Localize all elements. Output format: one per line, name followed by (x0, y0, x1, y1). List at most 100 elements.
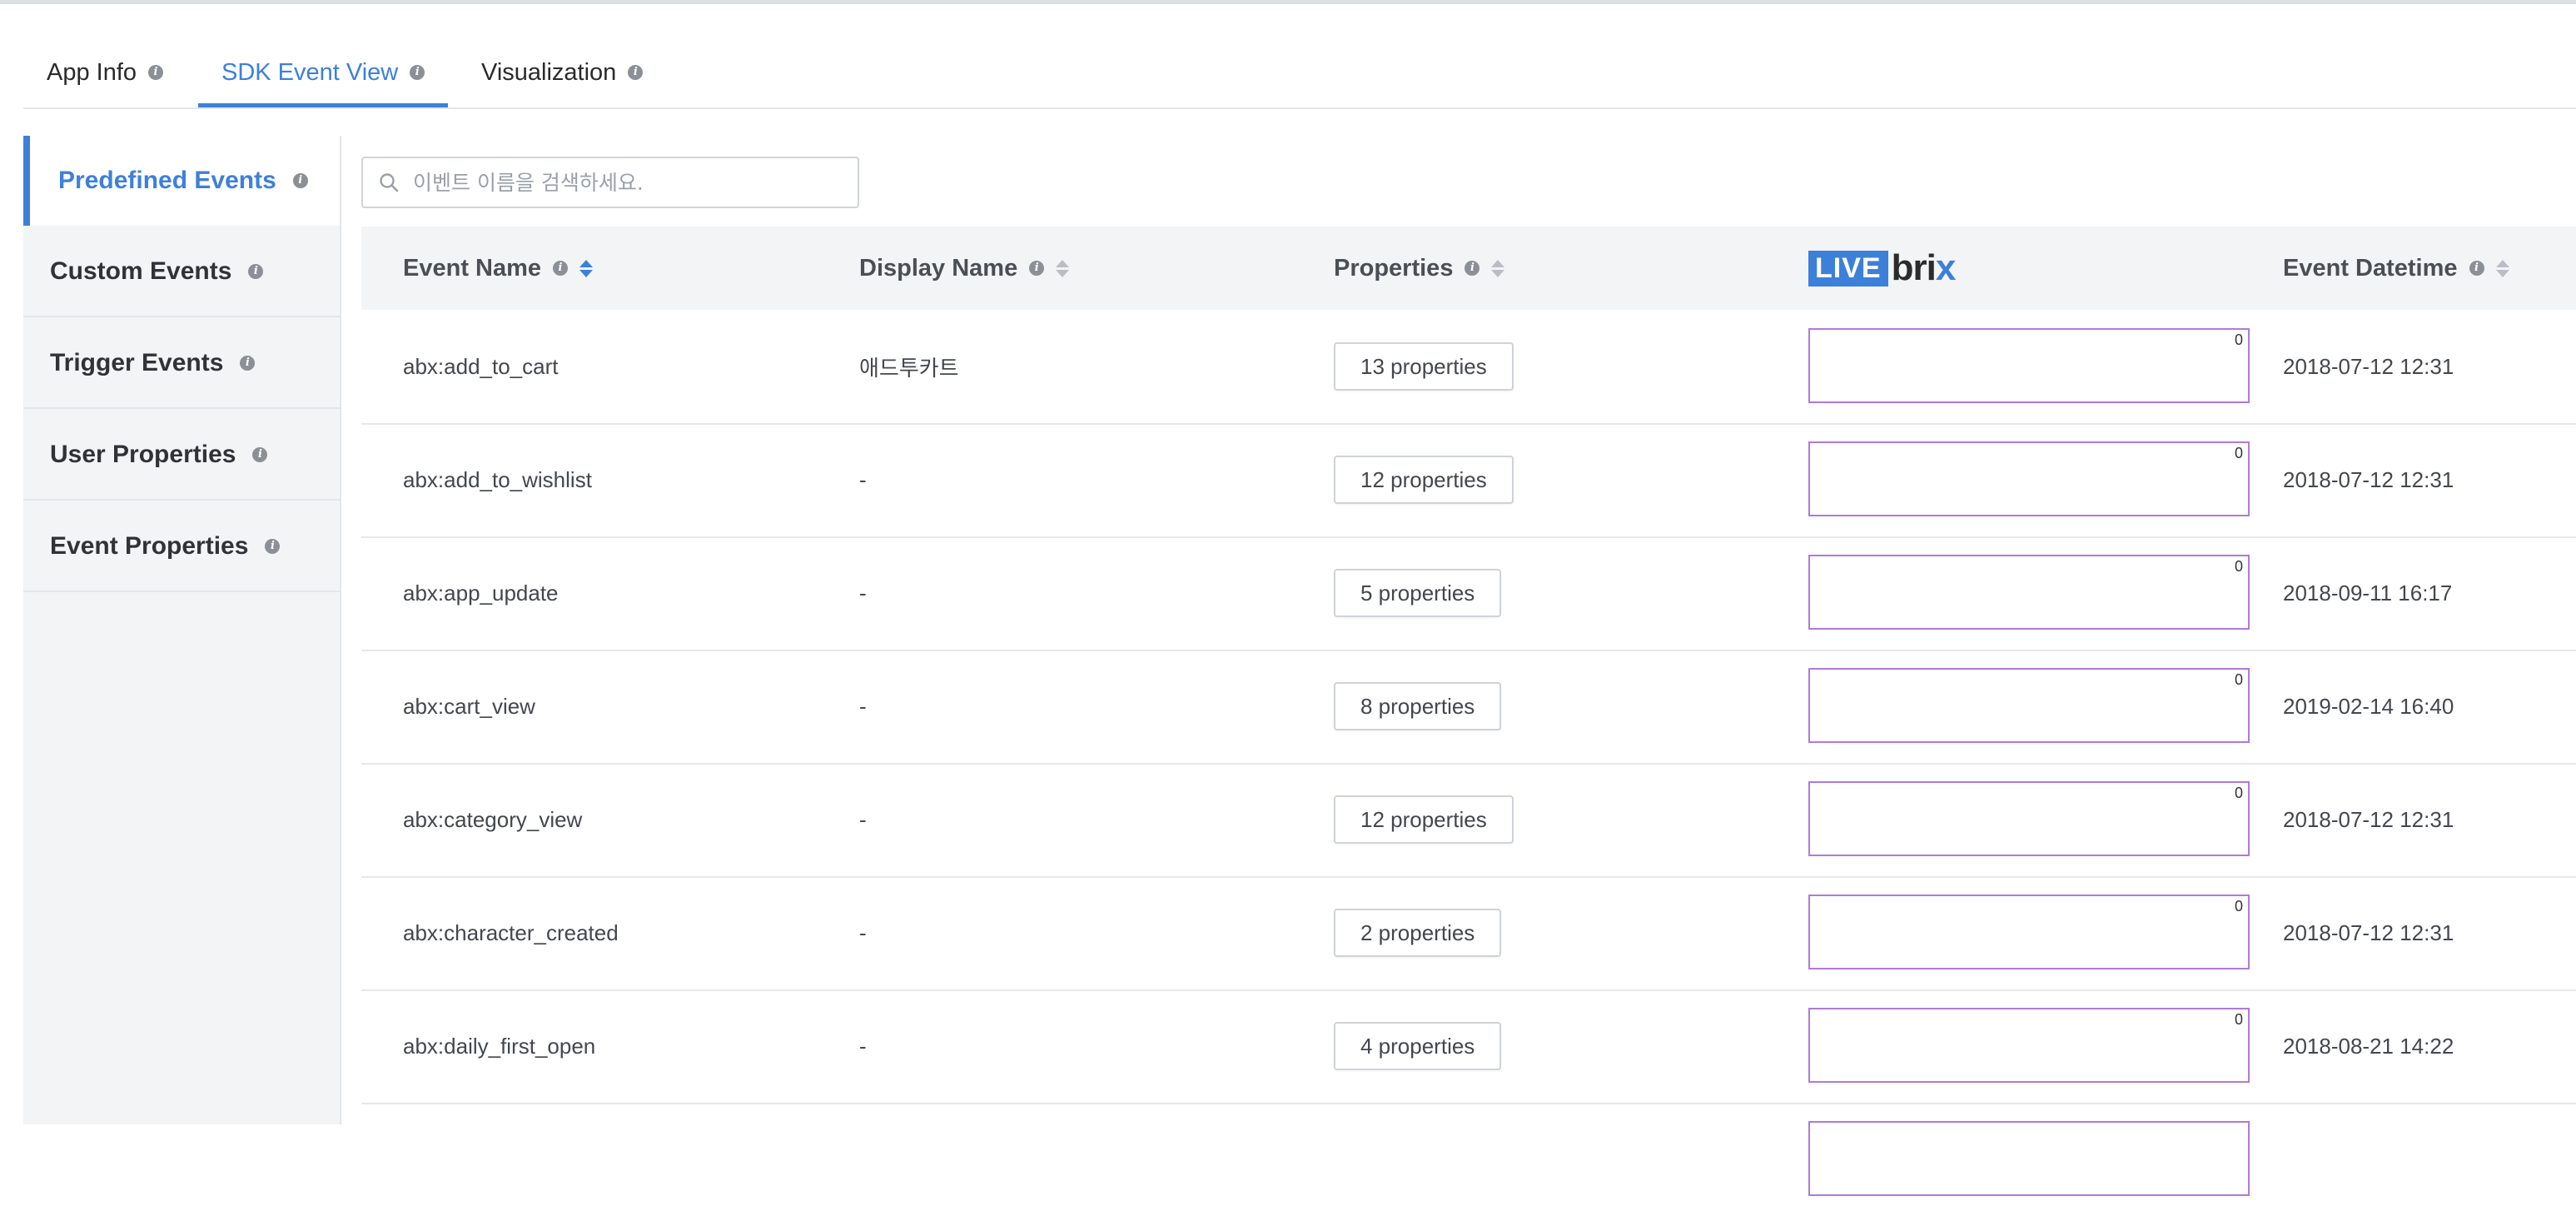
tab-sdk-event-view-label: SDK Event View (221, 58, 399, 86)
livebrix-sparkline: 0 (1808, 1008, 2250, 1083)
tab-visualization-label: Visualization (481, 58, 617, 86)
sidebar-item-label: Predefined Events (58, 167, 276, 194)
event-datetime-cell: 2019-02-14 16:40 (2283, 693, 2454, 719)
sidebar-item-trigger-events[interactable]: Trigger Events i (23, 319, 340, 409)
info-icon[interactable]: i (553, 261, 569, 276)
sort-icon[interactable] (2495, 259, 2509, 277)
column-header-event-datetime[interactable]: Event Datetime i (2283, 227, 2509, 310)
column-header-livebrix: LIVE brix (1808, 227, 1957, 310)
display-name-cell: - (859, 1033, 867, 1059)
tab-sdk-event-view[interactable]: SDK Event View i (198, 37, 449, 108)
table-row: abx:app_update - 5 properties 0 2018-09-… (361, 536, 2576, 651)
livebrix-sparkline: 0 (1808, 555, 2250, 630)
properties-cell: 12 properties (1334, 423, 1514, 536)
tabs-divider (23, 107, 2576, 109)
livebrix-logo: LIVE brix (1808, 247, 1957, 289)
tab-app-info[interactable]: App Info i (47, 37, 164, 108)
event-name-cell: abx:app_update (403, 580, 559, 606)
info-icon[interactable]: i (410, 65, 425, 80)
top-rule (0, 0, 2576, 4)
event-datetime-cell: 2018-08-21 14:22 (2283, 1033, 2454, 1059)
info-icon[interactable]: i (1029, 261, 1045, 276)
column-header-label: Properties (1334, 254, 1454, 282)
table-header: Event Name i Display Name i Properties i… (361, 227, 2576, 310)
live-count: 0 (2234, 785, 2243, 801)
info-icon[interactable]: i (265, 539, 281, 554)
sidebar-item-label: Custom Events (50, 257, 232, 285)
event-datetime-cell: 2018-07-12 12:31 (2283, 806, 2454, 832)
info-icon[interactable]: i (148, 65, 164, 80)
info-icon[interactable]: i (248, 264, 264, 279)
search-icon (380, 173, 399, 192)
table-row-partial (361, 1103, 2576, 1216)
properties-cell: 13 properties (1334, 310, 1514, 423)
tab-bar: App Info i SDK Event View i Visualizatio… (23, 37, 2576, 108)
livebrix-sparkline: 0 (1808, 668, 2250, 743)
properties-button[interactable]: 4 properties (1334, 1022, 1502, 1070)
display-name-cell: - (859, 919, 867, 945)
display-name-cell: - (859, 466, 867, 492)
sidebar-item-predefined-events[interactable]: Predefined Events i (23, 136, 340, 226)
tab-visualization[interactable]: Visualization i (481, 37, 644, 108)
properties-button[interactable]: 5 properties (1334, 569, 1502, 617)
properties-button[interactable]: 12 properties (1334, 795, 1514, 844)
event-search-box[interactable] (361, 157, 859, 208)
properties-button[interactable]: 13 properties (1334, 342, 1514, 391)
column-header-properties[interactable]: Properties i (1334, 227, 1505, 310)
event-datetime-cell: 2018-07-12 12:31 (2283, 919, 2454, 945)
live-count: 0 (2234, 331, 2243, 348)
info-icon[interactable]: i (2469, 261, 2484, 276)
properties-cell: 5 properties (1334, 536, 1502, 650)
table-row: abx:add_to_cart 애드투카트 13 properties 0 20… (361, 310, 2576, 425)
info-icon[interactable]: i (1465, 261, 1480, 276)
column-header-label: Display Name (859, 254, 1018, 282)
sort-icon[interactable] (1056, 259, 1070, 277)
properties-cell: 2 properties (1334, 876, 1502, 989)
livebrix-logo-brix: brix (1891, 247, 1957, 289)
properties-cell: 4 properties (1334, 989, 1502, 1103)
info-icon[interactable]: i (628, 65, 644, 80)
properties-button[interactable]: 8 properties (1334, 682, 1502, 730)
sort-icon[interactable] (579, 259, 594, 277)
livebrix-logo-x: x (1935, 247, 1957, 288)
event-name-cell: abx:add_to_cart (403, 353, 559, 379)
livebrix-sparkline (1808, 1121, 2250, 1196)
properties-button[interactable]: 12 properties (1334, 456, 1514, 504)
search-input[interactable] (411, 169, 848, 196)
event-name-cell: abx:daily_first_open (403, 1033, 596, 1059)
table-row: abx:add_to_wishlist - 12 properties 0 20… (361, 423, 2576, 538)
tab-app-info-label: App Info (47, 58, 137, 86)
event-name-cell: abx:character_created (403, 919, 619, 945)
properties-cell: 8 properties (1334, 650, 1502, 763)
display-name-cell: 애드투카트 (859, 356, 959, 381)
display-name-cell: - (859, 693, 867, 719)
sort-icon[interactable] (1491, 259, 1505, 277)
info-icon[interactable]: i (240, 356, 256, 371)
livebrix-logo-live: LIVE (1808, 250, 1888, 287)
event-name-cell: abx:category_view (403, 806, 583, 832)
sidebar-item-user-properties[interactable]: User Properties i (23, 411, 340, 501)
properties-button[interactable]: 2 properties (1334, 909, 1502, 957)
sidebar-item-event-properties[interactable]: Event Properties i (23, 502, 340, 592)
info-icon[interactable]: i (292, 173, 308, 188)
sidebar-item-custom-events[interactable]: Custom Events i (23, 227, 340, 317)
live-count: 0 (2234, 898, 2243, 914)
column-header-display-name[interactable]: Display Name i (859, 227, 1070, 310)
properties-cell: 12 properties (1334, 763, 1514, 876)
sidebar-item-label: User Properties (50, 441, 236, 468)
live-count: 0 (2234, 558, 2243, 575)
livebrix-logo-bri: bri (1891, 247, 1937, 288)
event-datetime-cell: 2018-07-12 12:31 (2283, 353, 2454, 379)
table-row: abx:category_view - 12 properties 0 2018… (361, 763, 2576, 878)
livebrix-sparkline: 0 (1808, 441, 2250, 516)
live-count: 0 (2234, 671, 2243, 688)
table-row: abx:cart_view - 8 properties 0 2019-02-1… (361, 650, 2576, 765)
live-count: 0 (2234, 445, 2243, 461)
info-icon[interactable]: i (252, 447, 268, 462)
livebrix-sparkline: 0 (1808, 781, 2250, 856)
livebrix-sparkline: 0 (1808, 895, 2250, 969)
event-name-cell: abx:cart_view (403, 693, 535, 719)
column-header-label: Event Name (403, 254, 542, 282)
sidebar-item-label: Event Properties (50, 532, 249, 560)
column-header-event-name[interactable]: Event Name i (403, 227, 594, 310)
